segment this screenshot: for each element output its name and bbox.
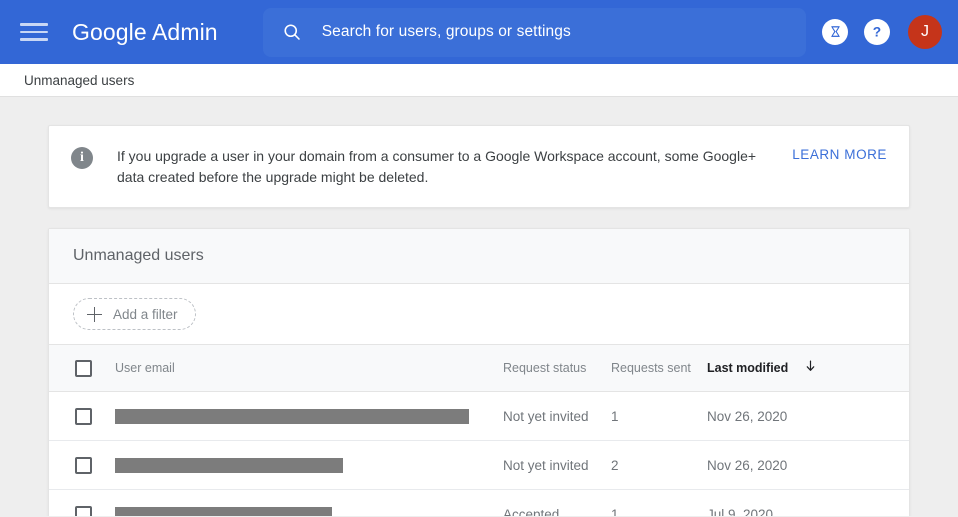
- hamburger-line: [20, 31, 48, 34]
- cell-last-modified: Jul 9, 2020: [707, 490, 909, 517]
- select-all-header: [49, 345, 115, 392]
- unmanaged-users-table: User email Request status Requests sent …: [49, 344, 909, 516]
- redacted-email: [115, 507, 332, 517]
- row-checkbox[interactable]: [75, 506, 92, 517]
- info-banner-text: If you upgrade a user in your domain fro…: [117, 146, 768, 187]
- breadcrumb-item-unmanaged-users[interactable]: Unmanaged users: [24, 73, 134, 88]
- hamburger-line: [20, 23, 48, 26]
- cell-user-email: [115, 392, 503, 441]
- row-checkbox[interactable]: [75, 408, 92, 425]
- redacted-email: [115, 458, 343, 473]
- svg-text:?: ?: [873, 25, 881, 40]
- learn-more-link[interactable]: LEARN MORE: [768, 147, 887, 162]
- filter-bar: Add a filter: [49, 284, 909, 344]
- top-app-bar: Google Admin ? J: [0, 0, 958, 64]
- page-title: Unmanaged users: [73, 247, 885, 265]
- add-a-filter-label: Add a filter: [113, 307, 178, 322]
- main-content: i If you upgrade a user in your domain f…: [0, 97, 958, 516]
- search-icon: [281, 21, 303, 43]
- hourglass-icon[interactable]: [822, 19, 848, 45]
- table-row[interactable]: Accepted 1 Jul 9, 2020: [49, 490, 909, 517]
- info-banner: i If you upgrade a user in your domain f…: [48, 125, 910, 208]
- table-header: User email Request status Requests sent …: [49, 345, 909, 392]
- arrow-down-icon: [804, 359, 817, 376]
- column-header-last-modified[interactable]: Last modified: [707, 345, 909, 392]
- hamburger-menu-icon[interactable]: [20, 20, 48, 44]
- cell-user-email: [115, 441, 503, 490]
- row-checkbox-cell: [49, 441, 115, 490]
- cell-request-status: Not yet invited: [503, 441, 611, 490]
- unmanaged-users-card: Unmanaged users Add a filter User email …: [48, 228, 910, 516]
- cell-last-modified: Nov 26, 2020: [707, 441, 909, 490]
- search-box[interactable]: [263, 8, 806, 57]
- cell-request-status: Not yet invited: [503, 392, 611, 441]
- search-input[interactable]: [322, 23, 788, 41]
- table-header-row: User email Request status Requests sent …: [49, 345, 909, 392]
- column-header-last-modified-label: Last modified: [707, 360, 788, 374]
- column-header-request-status[interactable]: Request status: [503, 345, 611, 392]
- select-all-checkbox[interactable]: [75, 360, 92, 377]
- column-header-user-email[interactable]: User email: [115, 345, 503, 392]
- avatar[interactable]: J: [908, 15, 942, 49]
- row-checkbox-cell: [49, 392, 115, 441]
- info-icon: i: [71, 147, 93, 169]
- row-checkbox[interactable]: [75, 457, 92, 474]
- cell-user-email: [115, 490, 503, 517]
- redacted-email: [115, 409, 469, 424]
- help-question-icon[interactable]: ?: [864, 19, 890, 45]
- card-header: Unmanaged users: [49, 229, 909, 284]
- row-checkbox-cell: [49, 490, 115, 517]
- table-row[interactable]: Not yet invited 2 Nov 26, 2020: [49, 441, 909, 490]
- cell-request-status: Accepted: [503, 490, 611, 517]
- cell-last-modified: Nov 26, 2020: [707, 392, 909, 441]
- app-brand-title: Google Admin: [72, 19, 218, 46]
- app-bar-actions: ? J: [822, 15, 942, 49]
- cell-requests-sent: 1: [611, 490, 707, 517]
- table-row[interactable]: Not yet invited 1 Nov 26, 2020: [49, 392, 909, 441]
- hamburger-line: [20, 38, 48, 41]
- cell-requests-sent: 2: [611, 441, 707, 490]
- cell-requests-sent: 1: [611, 392, 707, 441]
- table-body: Not yet invited 1 Nov 26, 2020 Not yet i…: [49, 392, 909, 517]
- add-a-filter-button[interactable]: Add a filter: [73, 298, 196, 330]
- plus-icon: [87, 307, 102, 322]
- column-header-requests-sent[interactable]: Requests sent: [611, 345, 707, 392]
- breadcrumb: Unmanaged users: [0, 64, 958, 97]
